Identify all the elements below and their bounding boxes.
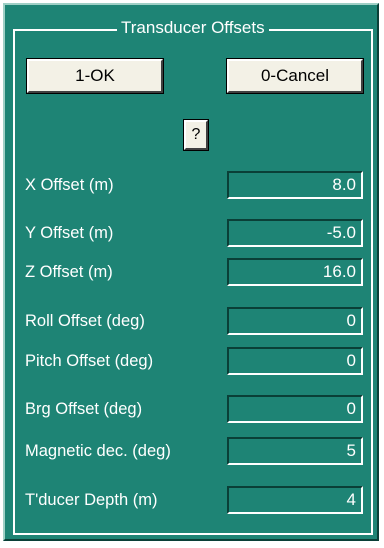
group-title: Transducer Offsets xyxy=(117,16,269,40)
help-button-label: ? xyxy=(191,126,201,143)
roll-offset-label: Roll Offset (deg) xyxy=(25,312,145,330)
help-button[interactable]: ? xyxy=(183,119,209,151)
transducer-offsets-dialog: Transducer Offsets 1-OK 0-Cancel ? X Off… xyxy=(3,3,379,541)
z-offset-field[interactable] xyxy=(227,258,363,286)
tducer-depth-label: T'ducer Depth (m) xyxy=(25,491,158,509)
ok-button-label: 1-OK xyxy=(75,66,115,85)
tducer-depth-field[interactable] xyxy=(227,486,363,514)
y-offset-field[interactable] xyxy=(227,219,363,247)
pitch-offset-label: Pitch Offset (deg) xyxy=(25,352,154,370)
brg-offset-label: Brg Offset (deg) xyxy=(25,400,143,418)
brg-offset-row: Brg Offset (deg) xyxy=(25,395,365,423)
roll-offset-row: Roll Offset (deg) xyxy=(25,307,365,335)
ok-button[interactable]: 1-OK xyxy=(26,58,164,94)
tducer-depth-row: T'ducer Depth (m) xyxy=(25,486,365,514)
cancel-button-label: 0-Cancel xyxy=(260,66,330,85)
magnetic-dec-row: Magnetic dec. (deg) xyxy=(25,437,365,465)
z-offset-label: Z Offset (m) xyxy=(25,263,113,281)
magnetic-dec-label: Magnetic dec. (deg) xyxy=(25,442,171,460)
x-offset-label: X Offset (m) xyxy=(25,176,114,194)
roll-offset-field[interactable] xyxy=(227,307,363,335)
magnetic-dec-field[interactable] xyxy=(227,437,363,465)
pitch-offset-row: Pitch Offset (deg) xyxy=(25,347,365,375)
y-offset-label: Y Offset (m) xyxy=(25,224,114,242)
x-offset-row: X Offset (m) xyxy=(25,171,365,199)
x-offset-field[interactable] xyxy=(227,171,363,199)
y-offset-row: Y Offset (m) xyxy=(25,219,365,247)
z-offset-row: Z Offset (m) xyxy=(25,258,365,286)
cancel-button[interactable]: 0-Cancel xyxy=(226,58,364,94)
pitch-offset-field[interactable] xyxy=(227,347,363,375)
brg-offset-field[interactable] xyxy=(227,395,363,423)
